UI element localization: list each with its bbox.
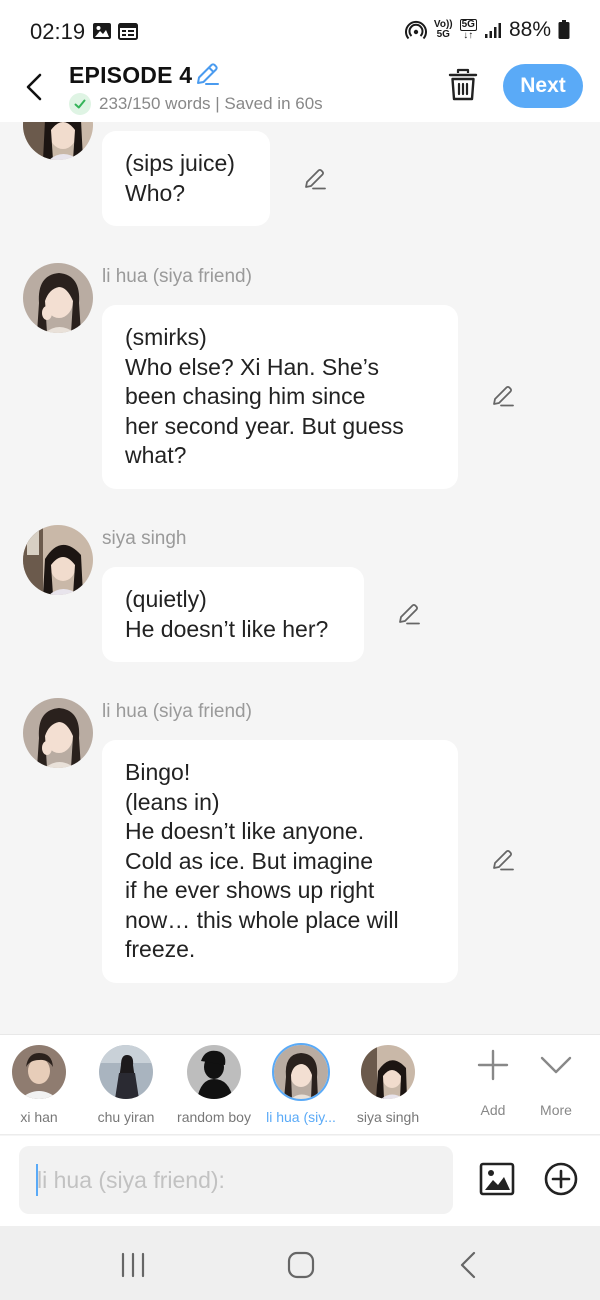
silhouette-avatar-icon bbox=[187, 1045, 241, 1099]
check-icon bbox=[69, 93, 91, 115]
character-name: random boy bbox=[177, 1109, 251, 1125]
episode-title: EPISODE 4 bbox=[69, 62, 193, 88]
dialogue-bubble[interactable]: (sips juice) Who? bbox=[102, 131, 270, 226]
siya-singh-avatar-image bbox=[23, 525, 93, 595]
edit-line-icon[interactable] bbox=[490, 847, 516, 873]
character-random-boy[interactable]: random boy bbox=[169, 1045, 259, 1125]
edit-line-icon[interactable] bbox=[302, 166, 328, 192]
speaker-name: siya singh bbox=[102, 528, 187, 549]
status-system-icons: Vo)) 5G 5G ↓↑ 88% bbox=[404, 18, 570, 42]
chu-yiran-avatar-image bbox=[99, 1045, 153, 1099]
speaker-avatar[interactable] bbox=[23, 698, 93, 768]
siya-singh-avatar-image bbox=[23, 122, 93, 160]
battery-percent: 88% bbox=[508, 18, 551, 41]
status-notification-icons bbox=[92, 21, 138, 41]
battery-icon bbox=[558, 20, 570, 39]
dialogue-input-row bbox=[0, 1136, 600, 1226]
li-hua-avatar-image bbox=[274, 1045, 328, 1099]
dialogue-bubble[interactable]: (quietly) He doesn’t like her? bbox=[102, 567, 364, 662]
signal-icon bbox=[484, 23, 501, 38]
character-name: li hua (siy... bbox=[266, 1109, 336, 1125]
hotspot-icon bbox=[404, 20, 427, 40]
word-count-status: 233/150 words | Saved in 60s bbox=[99, 94, 323, 113]
character-name: xi han bbox=[20, 1109, 58, 1125]
xi-han-avatar-image bbox=[12, 1045, 66, 1099]
dialogue-bubble[interactable]: Bingo! (leans in) He doesn’t like anyone… bbox=[102, 740, 458, 983]
volte-label-bottom: 5G bbox=[436, 29, 450, 40]
speaker-avatar[interactable] bbox=[23, 525, 93, 595]
siya-singh-avatar-image bbox=[361, 1045, 415, 1099]
li-hua-avatar-image bbox=[23, 698, 93, 768]
network-indicator: 5G ↓↑ bbox=[459, 19, 477, 41]
data-arrows-icon: ↓↑ bbox=[463, 30, 474, 41]
gallery-notification-icon bbox=[93, 23, 111, 39]
add-label: Add bbox=[480, 1102, 506, 1118]
add-content-button[interactable] bbox=[543, 1161, 579, 1197]
back-button[interactable] bbox=[20, 72, 50, 102]
speaker-avatar[interactable] bbox=[23, 263, 93, 333]
delete-button[interactable] bbox=[448, 68, 478, 102]
character-xi-han[interactable]: xi han bbox=[0, 1045, 84, 1125]
status-bar: 02:19 Vo)) 5G 5G ↓↑ 88% bbox=[0, 0, 600, 62]
character-chu-yiran[interactable]: chu yiran bbox=[81, 1045, 171, 1125]
li-hua-avatar-image bbox=[23, 263, 93, 333]
dialogue-input[interactable] bbox=[19, 1146, 453, 1214]
edit-line-icon[interactable] bbox=[396, 601, 422, 627]
home-button[interactable] bbox=[286, 1250, 316, 1280]
back-nav-button[interactable] bbox=[454, 1250, 484, 1280]
character-avatar bbox=[361, 1045, 415, 1099]
character-avatar bbox=[12, 1045, 66, 1099]
text-cursor bbox=[36, 1164, 38, 1196]
more-characters-button[interactable]: More bbox=[526, 1045, 586, 1118]
character-name: siya singh bbox=[356, 1109, 420, 1125]
add-character-button[interactable]: Add bbox=[463, 1045, 523, 1118]
character-li-hua[interactable]: li hua (siy... bbox=[256, 1043, 346, 1125]
character-avatar bbox=[187, 1045, 241, 1099]
status-time: 02:19 bbox=[30, 19, 86, 44]
plus-icon bbox=[477, 1049, 509, 1081]
next-button[interactable]: Next bbox=[503, 64, 583, 108]
recent-apps-button[interactable] bbox=[118, 1250, 148, 1280]
dialogue-list[interactable]: (sips juice) Who? li hua (siya friend) (… bbox=[0, 122, 600, 1034]
speaker-name: li hua (siya friend) bbox=[102, 266, 252, 287]
character-selector: xi han chu yiran random boy li hua (siy.… bbox=[0, 1034, 600, 1135]
speaker-avatar[interactable] bbox=[23, 122, 93, 160]
calendar-notification-icon bbox=[118, 23, 138, 40]
speaker-name: li hua (siya friend) bbox=[102, 701, 252, 722]
character-avatar-selected bbox=[272, 1043, 330, 1101]
system-navigation-bar bbox=[0, 1226, 600, 1300]
insert-image-button[interactable] bbox=[479, 1161, 515, 1197]
character-siya-singh[interactable]: siya singh bbox=[343, 1045, 433, 1125]
chevron-down-icon bbox=[540, 1056, 572, 1074]
editor-header: EPISODE 4 233/150 words | Saved in 60s N… bbox=[0, 62, 600, 122]
more-label: More bbox=[540, 1102, 572, 1118]
save-status: 233/150 words | Saved in 60s bbox=[69, 93, 323, 115]
character-avatar bbox=[99, 1045, 153, 1099]
edit-title-icon[interactable] bbox=[194, 61, 220, 87]
character-name: chu yiran bbox=[97, 1109, 155, 1125]
volte-indicator: Vo)) 5G bbox=[434, 20, 453, 40]
dialogue-bubble[interactable]: (smirks) Who else? Xi Han. She’s been ch… bbox=[102, 305, 458, 489]
edit-line-icon[interactable] bbox=[490, 383, 516, 409]
